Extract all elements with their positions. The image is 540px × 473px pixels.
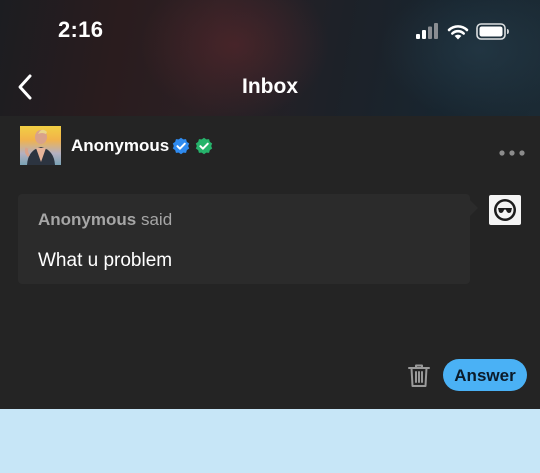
asker-avatar[interactable] (489, 195, 521, 225)
bubble-tail (470, 200, 478, 216)
trash-icon (408, 364, 430, 387)
wifi-icon (447, 24, 469, 39)
delete-button[interactable] (408, 364, 430, 388)
question-bubble: Anonymous said What u problem (18, 194, 470, 284)
question-text: What u problem (38, 250, 173, 271)
battery-icon (476, 22, 509, 40)
more-dots-icon (499, 150, 525, 156)
answer-button[interactable]: Answer (443, 359, 527, 391)
app-header: 2:16 Inbox (0, 0, 540, 116)
asker-name: Anonymous (38, 210, 137, 229)
anonymous-sunglasses-icon (494, 199, 516, 221)
avatar-image (24, 129, 55, 165)
verified-check-icon (195, 137, 213, 155)
said-label: said (140, 210, 173, 229)
status-time: 2:16 (58, 17, 104, 42)
page-title: Inbox (242, 75, 298, 98)
more-options-button[interactable] (499, 143, 525, 156)
username[interactable]: Anonymous (71, 136, 169, 156)
asker-line: Anonymous said (38, 210, 172, 230)
signal-icon (416, 23, 438, 39)
verified-check-icon (172, 137, 190, 155)
ask-card: Anonymous Anonymous said What u problem (0, 116, 540, 409)
status-icons (416, 20, 510, 42)
avatar[interactable] (20, 126, 61, 165)
